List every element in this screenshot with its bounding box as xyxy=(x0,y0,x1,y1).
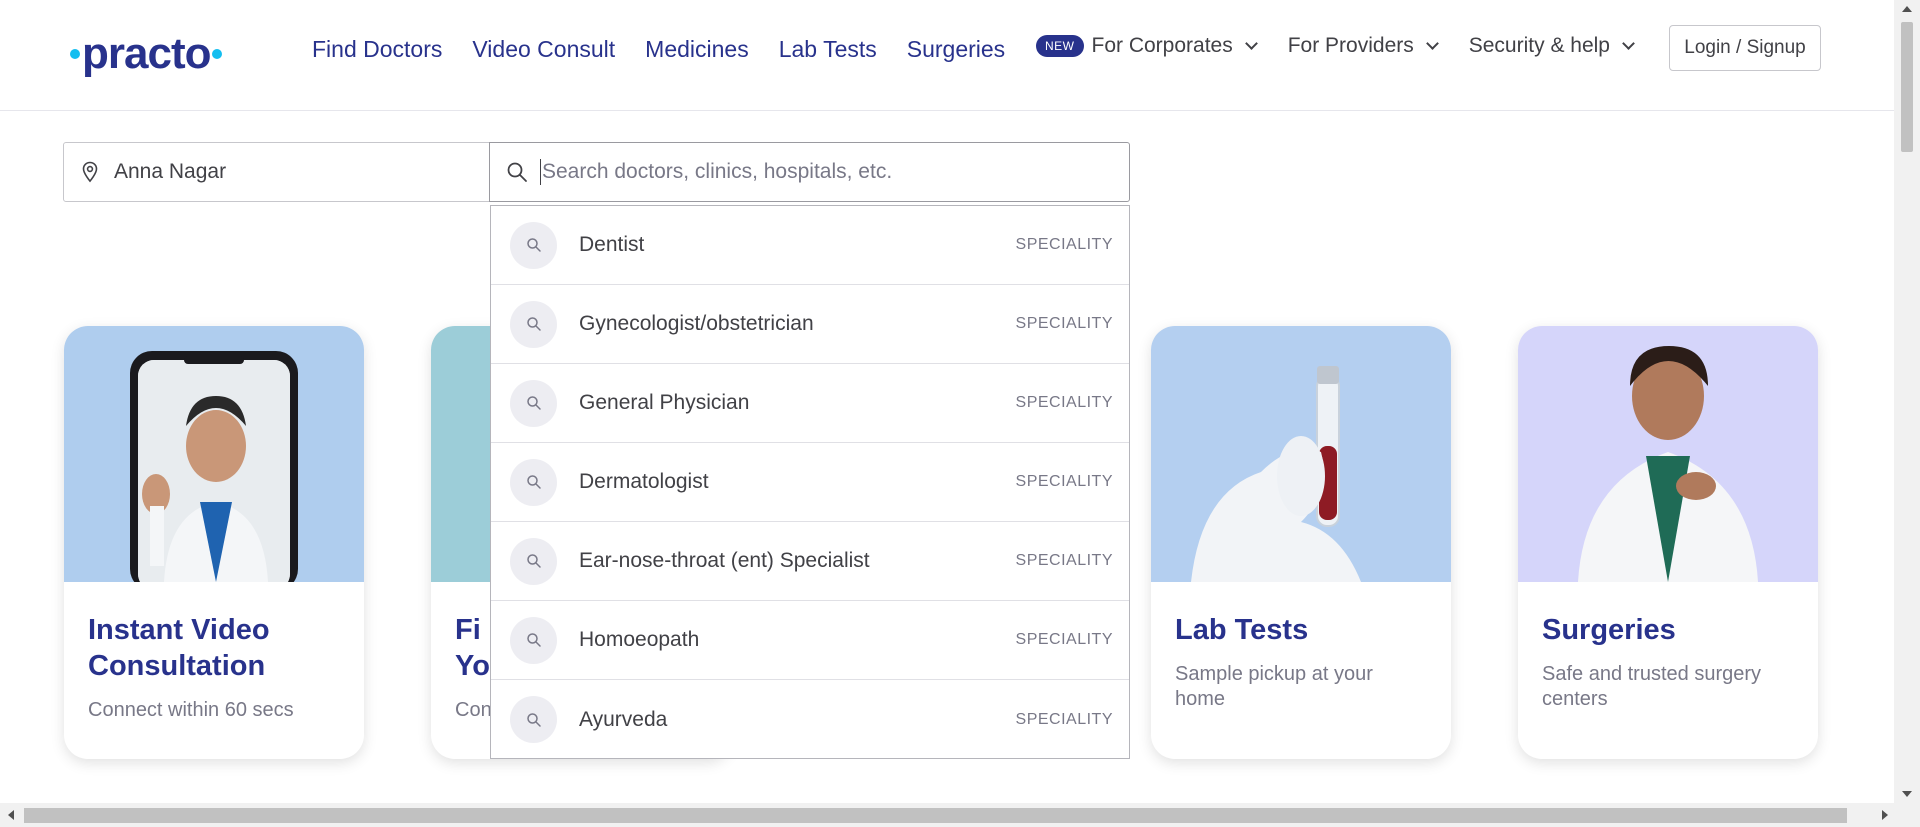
logo-dot-right xyxy=(212,49,223,59)
nav-security-help[interactable]: Security & help xyxy=(1468,34,1635,58)
nav-medicines[interactable]: Medicines xyxy=(645,36,749,63)
nav-video-consult[interactable]: Video Consult xyxy=(472,36,615,63)
search-icon xyxy=(510,458,557,506)
card-subtitle-line: centers xyxy=(1542,688,1608,710)
chevron-down-icon xyxy=(1622,36,1635,50)
nav-surgeries[interactable]: Surgeries xyxy=(907,36,1005,63)
suggestion-label: General Physician xyxy=(579,391,750,414)
scroll-left-arrow-icon[interactable] xyxy=(8,810,14,820)
card-title-line: Surgeries xyxy=(1542,614,1676,646)
suggestion-type: SPECIALITY xyxy=(1015,631,1113,648)
card-title: Fi Yo xyxy=(455,612,490,684)
card-image-surgeries xyxy=(1518,326,1818,582)
secondary-nav: NEW For Corporates For Providers Securit… xyxy=(1036,34,1665,58)
suggestion-item[interactable]: General Physician SPECIALITY xyxy=(491,364,1129,443)
suggestion-label: Dentist xyxy=(579,233,645,256)
main-nav: Find Doctors Video Consult Medicines Lab… xyxy=(312,36,1035,63)
text-caret xyxy=(540,159,541,185)
card-lab-tests[interactable]: Lab Tests Sample pickup at your home xyxy=(1151,326,1451,759)
search-icon xyxy=(507,162,527,182)
suggestion-item[interactable]: Gynecologist/obstetrician SPECIALITY xyxy=(491,285,1129,364)
suggestion-type: SPECIALITY xyxy=(1015,315,1113,332)
blood-vial-illustration xyxy=(1191,366,1361,582)
vertical-scrollbar[interactable] xyxy=(1894,0,1920,803)
doctor-phone-illustration xyxy=(130,351,298,582)
search-suggestions-dropdown: Dentist SPECIALITY Gynecologist/obstetri… xyxy=(490,205,1130,759)
logo-dot-left xyxy=(70,49,80,59)
chevron-down-icon xyxy=(1244,36,1258,50)
card-title-line: Instant Video xyxy=(88,614,270,646)
login-signup-button[interactable]: Login / Signup xyxy=(1669,25,1821,71)
nav-for-providers-label: For Providers xyxy=(1287,34,1414,57)
nav-for-corporates-label: For Corporates xyxy=(1091,34,1233,57)
nav-find-doctors[interactable]: Find Doctors xyxy=(312,36,442,63)
card-title-line: Lab Tests xyxy=(1175,614,1309,646)
search-icon xyxy=(510,300,557,348)
suggestion-label: Gynecologist/obstetrician xyxy=(579,312,814,335)
suggestion-label: Dermatologist xyxy=(579,470,709,493)
search-icon xyxy=(510,221,557,269)
suggestion-label: Homoeopath xyxy=(579,628,700,651)
search-icon xyxy=(510,379,557,427)
nav-for-corporates[interactable]: NEW For Corporates xyxy=(1036,34,1258,58)
nav-lab-tests[interactable]: Lab Tests xyxy=(779,36,877,63)
card-instant-video-consultation[interactable]: Instant Video Consultation Connect withi… xyxy=(64,326,364,759)
location-search-field[interactable]: Anna Nagar xyxy=(63,142,490,202)
suggestion-label: Ear-nose-throat (ent) Specialist xyxy=(579,549,870,572)
scroll-down-arrow-icon[interactable] xyxy=(1902,791,1912,797)
horizontal-scroll-thumb[interactable] xyxy=(24,808,1847,823)
map-pin-icon xyxy=(82,161,98,183)
site-header: practo Find Doctors Video Consult Medici… xyxy=(0,0,1894,111)
chevron-down-icon xyxy=(1425,36,1439,50)
suggestion-type: SPECIALITY xyxy=(1015,236,1113,253)
logo-text: practo xyxy=(82,29,211,78)
card-subtitle-line: Safe and trusted surgery xyxy=(1542,663,1762,685)
doctor-search-field[interactable] xyxy=(489,142,1130,202)
card-subtitle-line: Sample pickup at your xyxy=(1175,663,1373,685)
card-title-line: Yo xyxy=(455,650,490,682)
location-value: Anna Nagar xyxy=(114,160,227,183)
search-icon xyxy=(510,696,557,743)
card-image-lab-tests xyxy=(1151,326,1451,582)
card-title-line: Consultation xyxy=(88,650,266,682)
suggestion-item[interactable]: Dermatologist SPECIALITY xyxy=(491,443,1129,522)
card-subtitle-line: Connect within 60 secs xyxy=(88,699,294,721)
suggestion-item[interactable]: Homoeopath SPECIALITY xyxy=(491,601,1129,680)
nav-security-help-label: Security & help xyxy=(1468,34,1610,57)
search-icon xyxy=(510,616,557,664)
suggestion-type: SPECIALITY xyxy=(1015,394,1113,411)
scroll-up-arrow-icon[interactable] xyxy=(1902,6,1912,12)
search-icon xyxy=(510,537,557,585)
card-title-line: Fi xyxy=(455,614,481,646)
card-subtitle: Sample pickup at your home xyxy=(1175,662,1373,712)
suggestion-item[interactable]: Ayurveda SPECIALITY xyxy=(491,680,1129,758)
nav-for-providers[interactable]: For Providers xyxy=(1287,34,1439,58)
suggestion-label: Ayurveda xyxy=(579,707,668,731)
suggestion-item[interactable]: Ear-nose-throat (ent) Specialist SPECIAL… xyxy=(491,522,1129,601)
suggestion-type: SPECIALITY xyxy=(1015,552,1113,569)
suggestion-type: SPECIALITY xyxy=(1015,710,1113,728)
horizontal-scrollbar[interactable] xyxy=(0,803,1920,827)
card-subtitle: Safe and trusted surgery centers xyxy=(1542,662,1761,712)
practo-logo[interactable]: practo xyxy=(68,29,224,78)
card-title: Instant Video Consultation xyxy=(88,612,270,684)
scroll-right-arrow-icon[interactable] xyxy=(1882,810,1888,820)
card-title: Surgeries xyxy=(1542,612,1676,648)
card-image-video-consult xyxy=(64,326,364,582)
card-subtitle: Connect within 60 secs xyxy=(88,698,294,723)
card-title: Lab Tests xyxy=(1175,612,1308,648)
card-subtitle-line: home xyxy=(1175,688,1226,710)
suggestion-type: SPECIALITY xyxy=(1015,473,1113,490)
vertical-scroll-thumb[interactable] xyxy=(1901,22,1913,152)
search-input[interactable] xyxy=(542,160,1102,184)
card-surgeries[interactable]: Surgeries Safe and trusted surgery cente… xyxy=(1518,326,1818,759)
card-subtitle-line: Con xyxy=(455,699,492,721)
card-subtitle: Con xyxy=(455,698,492,723)
doctor-illustration xyxy=(1578,346,1758,582)
suggestion-item[interactable]: Dentist SPECIALITY xyxy=(491,206,1129,285)
new-badge: NEW xyxy=(1036,35,1084,57)
